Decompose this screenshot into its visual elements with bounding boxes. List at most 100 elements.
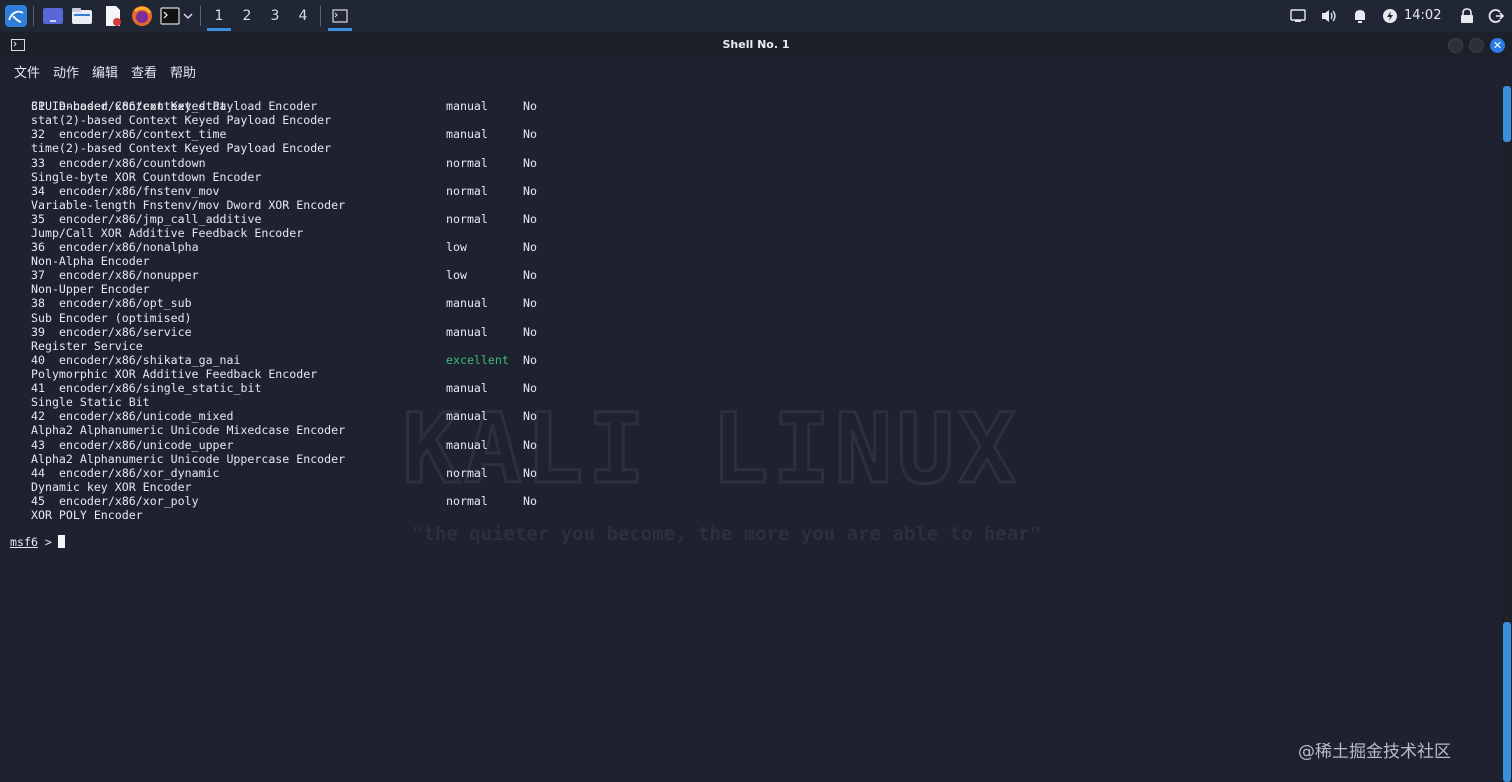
encoder-index: 34 xyxy=(31,184,45,198)
encoder-name: encoder/x86/service xyxy=(59,325,192,339)
encoder-rank: manual xyxy=(446,381,488,395)
clock[interactable]: 14:02 xyxy=(1404,0,1441,32)
encoder-description: XOR POLY Encoder xyxy=(31,508,143,522)
encoder-index: 33 xyxy=(31,156,45,170)
encoder-check: No xyxy=(523,156,537,170)
encoder-name: encoder/x86/opt_sub xyxy=(59,296,192,310)
workspace-3[interactable]: 3 xyxy=(261,0,289,32)
text-editor-icon[interactable] xyxy=(101,4,125,28)
power-icon[interactable] xyxy=(1378,4,1402,28)
encoder-check: No xyxy=(523,353,537,367)
encoder-index: 43 xyxy=(31,438,45,452)
notification-icon[interactable] xyxy=(1286,4,1310,28)
taskbar: 1 2 3 4 14:02 xyxy=(0,0,1512,33)
terminal-icon[interactable] xyxy=(158,4,182,28)
encoder-check: No xyxy=(523,325,537,339)
workspace-2[interactable]: 2 xyxy=(233,0,261,32)
show-desktop-icon[interactable] xyxy=(41,4,65,28)
encoder-name: encoder/x86/nonalpha xyxy=(59,240,199,254)
firefox-icon[interactable] xyxy=(130,4,154,28)
watermark-credit: @稀土掘金技术社区 xyxy=(1298,742,1451,762)
encoder-description: Non-Upper Encoder xyxy=(31,282,150,296)
encoder-rank: low xyxy=(446,240,467,254)
encoder-name: encoder/x86/unicode_mixed xyxy=(59,409,234,423)
encoder-check: No xyxy=(523,409,537,423)
workspace-4[interactable]: 4 xyxy=(289,0,317,32)
prompt-line[interactable]: msf6 > xyxy=(10,535,65,549)
logout-icon[interactable] xyxy=(1484,4,1508,28)
encoder-check: No xyxy=(523,494,537,508)
encoder-description: Jump/Call XOR Additive Feedback Encoder xyxy=(31,226,304,240)
encoder-index: 39 xyxy=(31,325,45,339)
encoder-description: Polymorphic XOR Additive Feedback Encode… xyxy=(31,367,318,381)
encoder-name: encoder/x86/context_stat xyxy=(59,99,227,113)
menu-view[interactable]: 查看 xyxy=(131,62,157,81)
encoder-name: encoder/x86/single_static_bit xyxy=(59,381,262,395)
window-titlebar[interactable]: Shell No. 1 ✕ xyxy=(0,32,1512,59)
lock-icon[interactable] xyxy=(1455,4,1479,28)
encoder-description: Single Static Bit xyxy=(31,395,150,409)
workspace-1[interactable]: 1 xyxy=(205,0,233,32)
encoder-name: encoder/x86/xor_dynamic xyxy=(59,466,220,480)
bell-icon[interactable] xyxy=(1348,4,1372,28)
close-button[interactable]: ✕ xyxy=(1490,38,1505,53)
volume-icon[interactable] xyxy=(1317,4,1341,28)
encoder-name: encoder/x86/fnstenv_mov xyxy=(59,184,220,198)
workspace-label: 1 xyxy=(214,8,224,24)
encoder-rank: manual xyxy=(446,127,488,141)
encoder-name: encoder/x86/countdown xyxy=(59,156,206,170)
encoder-check: No xyxy=(523,99,537,113)
encoder-rank: normal xyxy=(446,184,488,198)
encoder-name: encoder/x86/nonupper xyxy=(59,268,199,282)
encoder-rank: manual xyxy=(446,99,488,113)
encoder-check: No xyxy=(523,240,537,254)
encoder-rank: manual xyxy=(446,296,488,310)
encoder-check: No xyxy=(523,127,537,141)
encoder-name: encoder/x86/unicode_upper xyxy=(59,438,234,452)
encoder-index: 44 xyxy=(31,466,45,480)
encoder-check: No xyxy=(523,466,537,480)
scrollbar-thumb[interactable] xyxy=(1503,622,1511,782)
encoder-index: 42 xyxy=(31,409,45,423)
encoder-index: 40 xyxy=(31,353,45,367)
encoder-rank: normal xyxy=(446,494,488,508)
workspace-label: 2 xyxy=(242,8,252,24)
cursor xyxy=(57,535,65,548)
encoder-description: stat(2)-based Context Keyed Payload Enco… xyxy=(31,113,332,127)
encoder-name: encoder/x86/jmp_call_additive xyxy=(59,212,262,226)
workspace-label: 3 xyxy=(270,8,280,24)
encoder-rank: manual xyxy=(446,438,488,452)
encoder-rank: manual xyxy=(446,325,488,339)
minimize-button[interactable] xyxy=(1448,38,1463,53)
encoder-index: 35 xyxy=(31,212,45,226)
menu-edit[interactable]: 编辑 xyxy=(92,62,118,81)
kali-menu-icon[interactable] xyxy=(4,4,28,28)
prompt-symbol: > xyxy=(44,535,52,549)
close-icon: ✕ xyxy=(1492,39,1503,52)
kali-watermark: KALI LINUX xyxy=(401,392,1020,507)
encoder-check: No xyxy=(523,212,537,226)
menu-file[interactable]: 文件 xyxy=(14,62,40,81)
file-manager-icon[interactable] xyxy=(70,4,94,28)
maximize-button[interactable] xyxy=(1469,38,1484,53)
encoder-index: 37 xyxy=(31,268,45,282)
terminal-line: CPUID-based Context Keyed Payload Encode… xyxy=(0,85,317,113)
scrollbar-thumb-top[interactable] xyxy=(1503,86,1511,142)
encoder-index: 45 xyxy=(31,494,45,508)
encoder-description: Variable-length Fnstenv/mov Dword XOR En… xyxy=(31,198,346,212)
encoder-description: Dynamic key XOR Encoder xyxy=(31,480,192,494)
terminal-window-icon xyxy=(332,9,348,23)
workspace-label: 4 xyxy=(298,8,308,24)
encoder-description: Register Service xyxy=(31,339,143,353)
encoder-check: No xyxy=(523,438,537,452)
encoder-description: Alpha2 Alphanumeric Unicode Uppercase En… xyxy=(31,452,346,466)
encoder-index: 31 xyxy=(31,99,45,113)
encoder-check: No xyxy=(523,268,537,282)
dropdown-icon[interactable] xyxy=(180,4,196,28)
menu-action[interactable]: 动作 xyxy=(53,62,79,81)
terminal-output[interactable]: KALI LINUX "the quieter you become, the … xyxy=(0,83,1502,782)
encoder-rank: normal xyxy=(446,466,488,480)
terminal-window-task[interactable] xyxy=(326,0,354,32)
menu-bar: 文件 动作 编辑 查看 帮助 xyxy=(0,59,1512,83)
menu-help[interactable]: 帮助 xyxy=(170,62,196,81)
